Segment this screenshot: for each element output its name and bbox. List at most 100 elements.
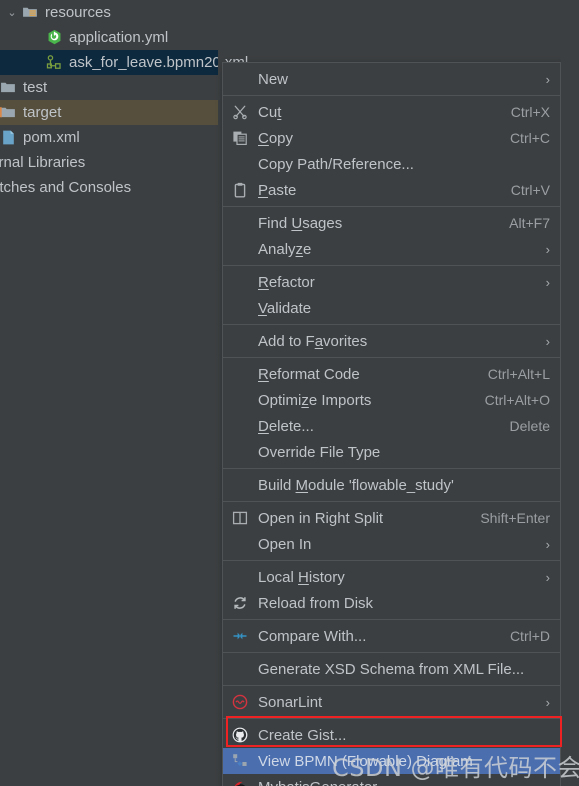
- menu-item-compare-with[interactable]: Compare With... Ctrl+D: [223, 623, 560, 649]
- copy-icon: [231, 129, 249, 147]
- menu-item-copy[interactable]: Copy Ctrl+C: [223, 125, 560, 151]
- chevron-right-icon[interactable]: ›: [532, 538, 550, 551]
- project-tool-window[interactable]: ⌄ resources application.yml ask_for_leave.b…: [0, 0, 248, 786]
- menu-separator: [223, 265, 560, 266]
- tree-item-test[interactable]: test: [0, 75, 224, 100]
- menu-item-open-in-right-split[interactable]: Open in Right Split Shift+Enter: [223, 505, 560, 531]
- menu-separator: [223, 718, 560, 719]
- menu-item-delete[interactable]: Delete... Delete: [223, 413, 560, 439]
- menu-item-find-usages[interactable]: Find Usages Alt+F7: [223, 210, 560, 236]
- menu-item-shortcut: Delete: [509, 418, 550, 434]
- resources-folder-icon: [22, 4, 39, 21]
- tree-item-label: ternal Libraries: [0, 154, 86, 171]
- menu-item-shortcut: Alt+F7: [509, 215, 550, 231]
- menu-separator: [223, 357, 560, 358]
- menu-item-label: Cut: [258, 103, 282, 121]
- maven-file-icon: [0, 129, 17, 146]
- menu-item-label: Local History: [258, 568, 345, 586]
- menu-item-open-in[interactable]: Open In ›: [223, 531, 560, 557]
- menu-item-build-module[interactable]: Build Module 'flowable_study': [223, 472, 560, 498]
- screenshot-root: ⌄ resources application.yml ask_for_leave.b…: [0, 0, 579, 786]
- menu-item-analyze[interactable]: Analyze ›: [223, 236, 560, 262]
- menu-item-label: Build Module 'flowable_study': [258, 476, 454, 494]
- menu-item-label: Delete...: [258, 417, 314, 435]
- tree-item-label: ratches and Consoles: [0, 179, 132, 196]
- menu-item-shortcut: Ctrl+V: [510, 182, 550, 198]
- menu-item-label: Generate XSD Schema from XML File...: [258, 660, 525, 678]
- menu-item-label: Optimize Imports: [258, 391, 372, 409]
- mybatis-icon: [231, 778, 249, 786]
- menu-item-label: Add to Favorites: [258, 332, 368, 350]
- tree-item-label: resources: [45, 4, 111, 21]
- reload-icon: [231, 594, 249, 612]
- menu-item-label: Reload from Disk: [258, 594, 374, 612]
- no-icon: [231, 332, 249, 350]
- chevron-right-icon[interactable]: ›: [532, 335, 550, 348]
- menu-item-label: Open in Right Split: [258, 509, 384, 527]
- tree-item-pom-xml[interactable]: pom.xml: [0, 125, 224, 150]
- menu-item-override-file-type[interactable]: Override File Type: [223, 439, 560, 465]
- tree-item-ask-for-leave-bpmn20-xml[interactable]: ask_for_leave.bpmn20.xml: [0, 50, 248, 75]
- menu-item-paste[interactable]: Paste Ctrl+V: [223, 177, 560, 203]
- menu-item-label: Refactor: [258, 273, 315, 291]
- tree-item-scratches-and-consoles[interactable]: ratches and Consoles: [0, 175, 224, 200]
- menu-item-label: Analyze: [258, 240, 312, 258]
- menu-item-label: Copy Path/Reference...: [258, 155, 414, 173]
- menu-item-refactor[interactable]: Refactor ›: [223, 269, 560, 295]
- clipboard-icon: [231, 181, 249, 199]
- menu-separator: [223, 95, 560, 96]
- menu-item-sonarlint[interactable]: SonarLint ›: [223, 689, 560, 715]
- menu-item-generate-xsd-schema[interactable]: Generate XSD Schema from XML File...: [223, 656, 560, 682]
- tree-item-external-libraries[interactable]: ternal Libraries: [0, 150, 224, 175]
- menu-item-label: Override File Type: [258, 443, 381, 461]
- menu-item-add-to-favorites[interactable]: Add to Favorites ›: [223, 328, 560, 354]
- menu-item-create-gist[interactable]: Create Gist...: [223, 722, 560, 748]
- menu-item-optimize-imports[interactable]: Optimize Imports Ctrl+Alt+O: [223, 387, 560, 413]
- menu-item-validate[interactable]: Validate: [223, 295, 560, 321]
- menu-item-label: Reformat Code: [258, 365, 360, 383]
- menu-item-label: Create Gist...: [258, 726, 347, 744]
- menu-item-shortcut: Ctrl+C: [509, 130, 550, 146]
- menu-item-reload-from-disk[interactable]: Reload from Disk: [223, 590, 560, 616]
- menu-item-label: Compare With...: [258, 627, 367, 645]
- tree-item-label: target: [23, 104, 62, 121]
- menu-item-label: Copy: [258, 129, 294, 147]
- tree-item-application-yml[interactable]: application.yml: [0, 25, 224, 50]
- chevron-down-icon[interactable]: ⌄: [4, 5, 20, 21]
- no-icon: [231, 535, 249, 553]
- menu-item-shortcut: Ctrl+Alt+L: [487, 366, 550, 382]
- menu-item-reformat-code[interactable]: Reformat Code Ctrl+Alt+L: [223, 361, 560, 387]
- menu-separator: [223, 206, 560, 207]
- menu-item-label: New: [258, 70, 289, 88]
- chevron-right-icon[interactable]: ›: [532, 73, 550, 86]
- github-icon: [231, 726, 249, 744]
- context-menu[interactable]: New › Cut Ctrl+X Copy Ctrl+C Copy Path/Referen…: [222, 62, 561, 786]
- tree-item-label: test: [23, 79, 48, 96]
- menu-item-label: Find Usages: [258, 214, 343, 232]
- no-icon: [231, 240, 249, 258]
- menu-item-shortcut: Ctrl+X: [510, 104, 550, 120]
- no-icon: [231, 568, 249, 586]
- tree-item-target[interactable]: target: [0, 100, 224, 125]
- tree-item-label: application.yml: [69, 29, 169, 46]
- menu-item-new[interactable]: New ›: [223, 66, 560, 92]
- chevron-right-icon[interactable]: ›: [532, 696, 550, 709]
- menu-separator: [223, 501, 560, 502]
- menu-item-local-history[interactable]: Local History ›: [223, 564, 560, 590]
- menu-item-label: Validate: [258, 299, 312, 317]
- menu-separator: [223, 324, 560, 325]
- no-icon: [231, 155, 249, 173]
- menu-separator: [223, 619, 560, 620]
- menu-item-cut[interactable]: Cut Ctrl+X: [223, 99, 560, 125]
- tree-item-resources[interactable]: ⌄ resources: [0, 0, 224, 25]
- menu-separator: [223, 560, 560, 561]
- chevron-right-icon[interactable]: ›: [532, 276, 550, 289]
- no-icon: [231, 476, 249, 494]
- no-icon: [231, 365, 249, 383]
- no-icon: [231, 417, 249, 435]
- no-icon: [231, 391, 249, 409]
- menu-item-copy-path-reference[interactable]: Copy Path/Reference...: [223, 151, 560, 177]
- chevron-right-icon[interactable]: ›: [532, 243, 550, 256]
- chevron-right-icon[interactable]: ›: [532, 571, 550, 584]
- bpmn-file-icon: [46, 54, 63, 71]
